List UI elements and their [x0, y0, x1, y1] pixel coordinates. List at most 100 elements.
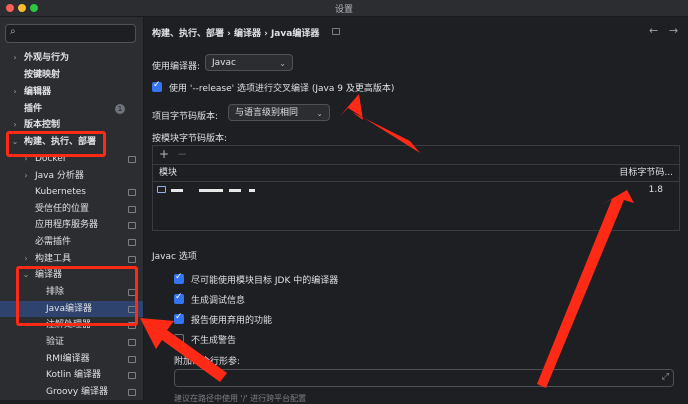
sidebar-item[interactable]: › 外观与行为 — [0, 50, 143, 66]
javac-options-title: Javac 选项 — [152, 252, 197, 262]
javac-option-label: 报告使用弃用的功能 — [191, 316, 273, 326]
project-settings-icon — [128, 339, 136, 346]
sidebar-item[interactable]: 应用程序服务器 — [0, 217, 143, 233]
project-settings-icon — [128, 289, 136, 296]
sidebar-item-label: 排除 — [46, 287, 65, 297]
remove-icon[interactable]: − — [177, 146, 187, 162]
sidebar-item[interactable]: Kubernetes — [0, 184, 143, 200]
project-settings-icon — [128, 206, 136, 213]
sidebar-item-label: 应用程序服务器 — [35, 220, 99, 230]
sidebar-item[interactable]: Groovy 编译器 — [0, 384, 143, 400]
sidebar-item-label: 受信任的位置 — [35, 204, 90, 214]
redacted-module-name — [249, 189, 255, 192]
chevron-right-icon[interactable]: › — [10, 50, 20, 66]
sidebar-item[interactable]: 插件 1 — [0, 101, 143, 117]
compiler-select[interactable]: Javac ⌄ — [205, 54, 293, 71]
window-title: 设置 — [334, 5, 353, 15]
column-target-bytecode[interactable]: 目标字节码... — [619, 165, 673, 181]
chevron-down-icon: ⌄ — [316, 109, 323, 118]
chevron-right-icon[interactable]: › — [21, 168, 31, 184]
sidebar-item[interactable]: ⌄ 编译器 — [0, 267, 143, 283]
release-option-checkbox[interactable] — [152, 80, 162, 92]
sidebar-item[interactable]: 排除 — [0, 284, 143, 300]
additional-params-input[interactable]: ⤢ — [174, 369, 674, 387]
sidebar-item[interactable]: 注解处理器 — [0, 317, 143, 333]
javac-option-checkbox[interactable] — [174, 334, 184, 344]
project-settings-icon — [128, 322, 136, 329]
bytecode-version-select[interactable]: 与语言级别相同 ⌄ — [228, 104, 330, 121]
javac-option-checkbox[interactable] — [174, 272, 184, 284]
title-bar: 设置 — [0, 0, 688, 17]
javac-option-label: 生成调试信息 — [191, 296, 246, 306]
sidebar-item-label: Java 分析器 — [35, 171, 84, 181]
sidebar-item[interactable]: › Java 分析器 — [0, 168, 143, 184]
release-option-label: 使用 '--release' 选项进行交叉编译 (Java 9 及更高版本) — [169, 84, 395, 94]
sidebar-item[interactable]: › 编辑器 — [0, 84, 143, 100]
sidebar-item-label: Java编译器 — [46, 304, 93, 314]
breadcrumb: 构建、执行、部署 › 编译器 › Java编译器 — [152, 29, 320, 39]
table-header: 模块 目标字节码... — [153, 164, 679, 182]
row-target-bytecode[interactable]: 1.8 — [649, 182, 663, 198]
back-arrow-icon[interactable]: ← — [649, 24, 658, 37]
chevron-down-icon[interactable]: ⌄ — [10, 134, 20, 150]
chevron-right-icon[interactable]: › — [21, 151, 31, 167]
javac-option-checkbox[interactable] — [174, 292, 184, 304]
bytecode-version-value: 与语言级别相同 — [235, 108, 299, 118]
sidebar-item[interactable]: ⌄ 构建、执行、部署 — [0, 134, 143, 150]
sidebar-item[interactable]: 按键映射 — [0, 67, 143, 83]
expand-icon[interactable]: ⤢ — [662, 372, 669, 382]
chevron-down-icon[interactable]: ⌄ — [21, 267, 31, 283]
per-module-bytecode-label: 按模块字节码版本: — [152, 134, 228, 144]
update-count-badge: 1 — [115, 104, 125, 114]
project-settings-icon — [128, 239, 136, 246]
sidebar-item[interactable]: RMI编译器 — [0, 351, 143, 367]
compiler-label: 使用编译器: — [152, 62, 201, 72]
chevron-right-icon[interactable]: › — [10, 84, 20, 100]
settings-panel: 构建、执行、部署 › 编译器 › Java编译器 ← → 使用编译器: Java… — [144, 17, 688, 403]
redacted-module-name — [229, 189, 241, 192]
redacted-module-name — [171, 189, 183, 192]
table-row[interactable]: 1.8 — [153, 182, 679, 198]
sidebar-item-label: 必需插件 — [35, 237, 72, 247]
sidebar-item-label: Kubernetes — [35, 187, 86, 197]
sidebar-item-label: 插件 — [24, 104, 43, 114]
redacted-module-name — [199, 189, 223, 192]
chevron-down-icon: ⌄ — [279, 59, 286, 68]
sidebar-item-label: 构建、执行、部署 — [24, 137, 97, 147]
sidebar-item[interactable]: › 版本控制 — [0, 117, 143, 133]
javac-option-checkbox[interactable] — [174, 312, 184, 324]
module-folder-icon — [157, 186, 166, 193]
sidebar-item-label: 版本控制 — [24, 120, 61, 130]
sidebar-item[interactable]: Kotlin 编译器 — [0, 367, 143, 383]
project-settings-icon — [128, 389, 136, 396]
sidebar-item[interactable]: 受信任的位置 — [0, 201, 143, 217]
project-settings-icon — [128, 256, 136, 263]
project-settings-icon — [128, 156, 136, 163]
project-settings-icon — [128, 189, 136, 196]
add-icon[interactable]: + — [159, 146, 169, 162]
sidebar-item[interactable]: Java编译器 — [0, 301, 143, 317]
table-toolbar: + − — [153, 146, 679, 162]
column-module[interactable]: 模块 — [159, 165, 177, 181]
module-bytecode-table: + − 模块 目标字节码... 1.8 — [152, 145, 680, 231]
sidebar-item-label: 编译器 — [35, 270, 63, 280]
settings-search[interactable]: ⌕ — [5, 24, 136, 43]
sidebar-item[interactable]: › Docker — [0, 151, 143, 167]
sidebar-item[interactable]: › 构建工具 — [0, 251, 143, 267]
sidebar-item-label: RMI编译器 — [46, 354, 90, 364]
sidebar-item-label: 验证 — [46, 337, 65, 347]
sidebar-item-label: 外观与行为 — [24, 53, 70, 63]
settings-sidebar: ⌕ › 外观与行为按键映射 › 编辑器插件 1 › 版本控制 ⌄ 构建、执行、部署 › Docker… — [0, 17, 144, 400]
sidebar-item[interactable]: 必需插件 — [0, 234, 143, 250]
sidebar-item-label: Groovy 编译器 — [46, 387, 109, 397]
search-icon: ⌕ — [10, 26, 16, 37]
chevron-right-icon[interactable]: › — [21, 251, 31, 267]
project-settings-icon — [128, 306, 136, 313]
chevron-right-icon[interactable]: › — [10, 117, 20, 133]
search-input[interactable] — [24, 26, 130, 40]
sidebar-item-label: 构建工具 — [35, 254, 72, 264]
forward-arrow-icon[interactable]: → — [669, 24, 678, 37]
sidebar-item[interactable]: 验证 — [0, 334, 143, 350]
sidebar-item-label: Docker — [35, 154, 67, 164]
javac-option-label: 不生成警告 — [191, 336, 237, 346]
